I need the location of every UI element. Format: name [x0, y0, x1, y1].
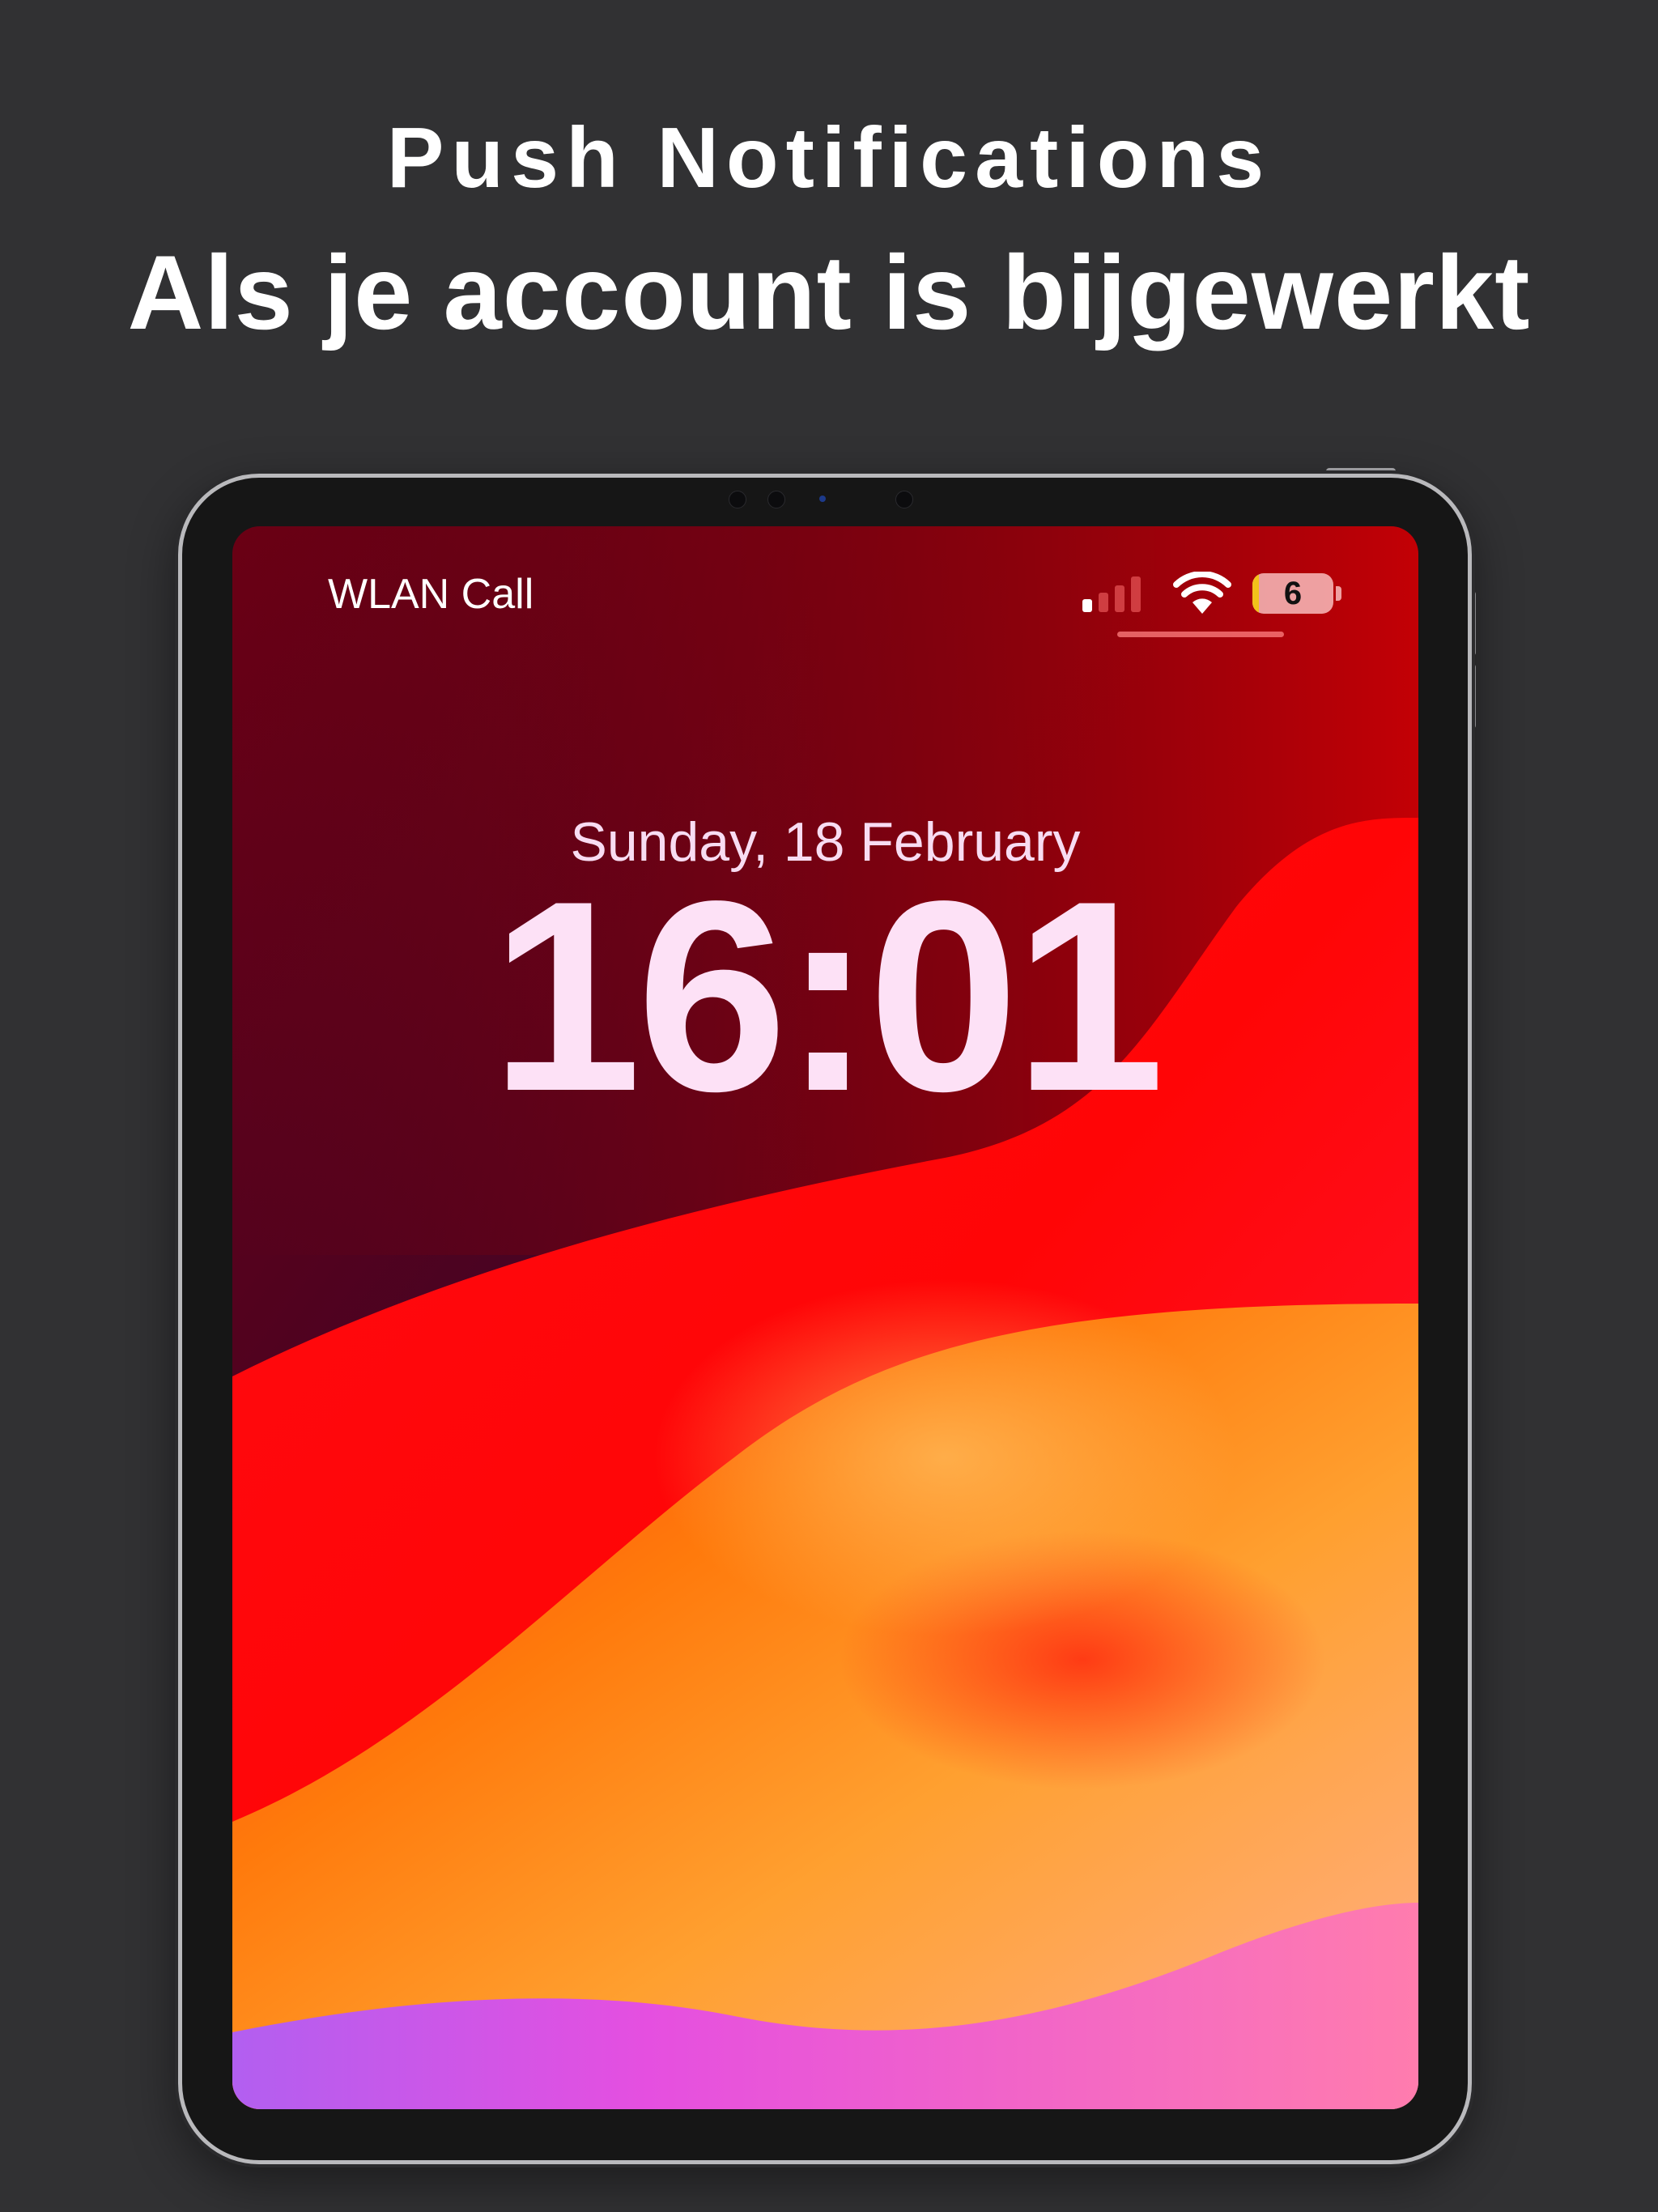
carrier-label: WLAN Call — [328, 571, 534, 618]
feature-headline: Als je account is bijgewerkt — [127, 233, 1531, 351]
app-store-screenshot: Push Notifications Als je account is bij… — [0, 0, 1658, 2212]
battery-icon: 6 — [1252, 573, 1333, 614]
feature-subtitle: Push Notifications — [386, 110, 1272, 206]
front-camera-bar — [729, 487, 923, 510]
status-bar-icons: 6 — [1082, 572, 1374, 617]
wallpaper — [232, 526, 1418, 2109]
signal-icon — [1082, 576, 1141, 612]
wifi-icon — [1173, 572, 1231, 614]
battery-tip — [1336, 586, 1341, 601]
camera-lens — [819, 496, 826, 502]
lock-screen[interactable]: WLAN Call 6 Sunday, 18 February 16:01 — [232, 526, 1418, 2109]
status-indicator-line — [1117, 632, 1284, 637]
battery-level: 6 — [1283, 576, 1303, 611]
sensor-dot — [729, 491, 746, 508]
sensor-dot — [767, 491, 785, 508]
sensor-dot — [895, 491, 913, 508]
lock-time: 16:01 — [491, 844, 1165, 1147]
